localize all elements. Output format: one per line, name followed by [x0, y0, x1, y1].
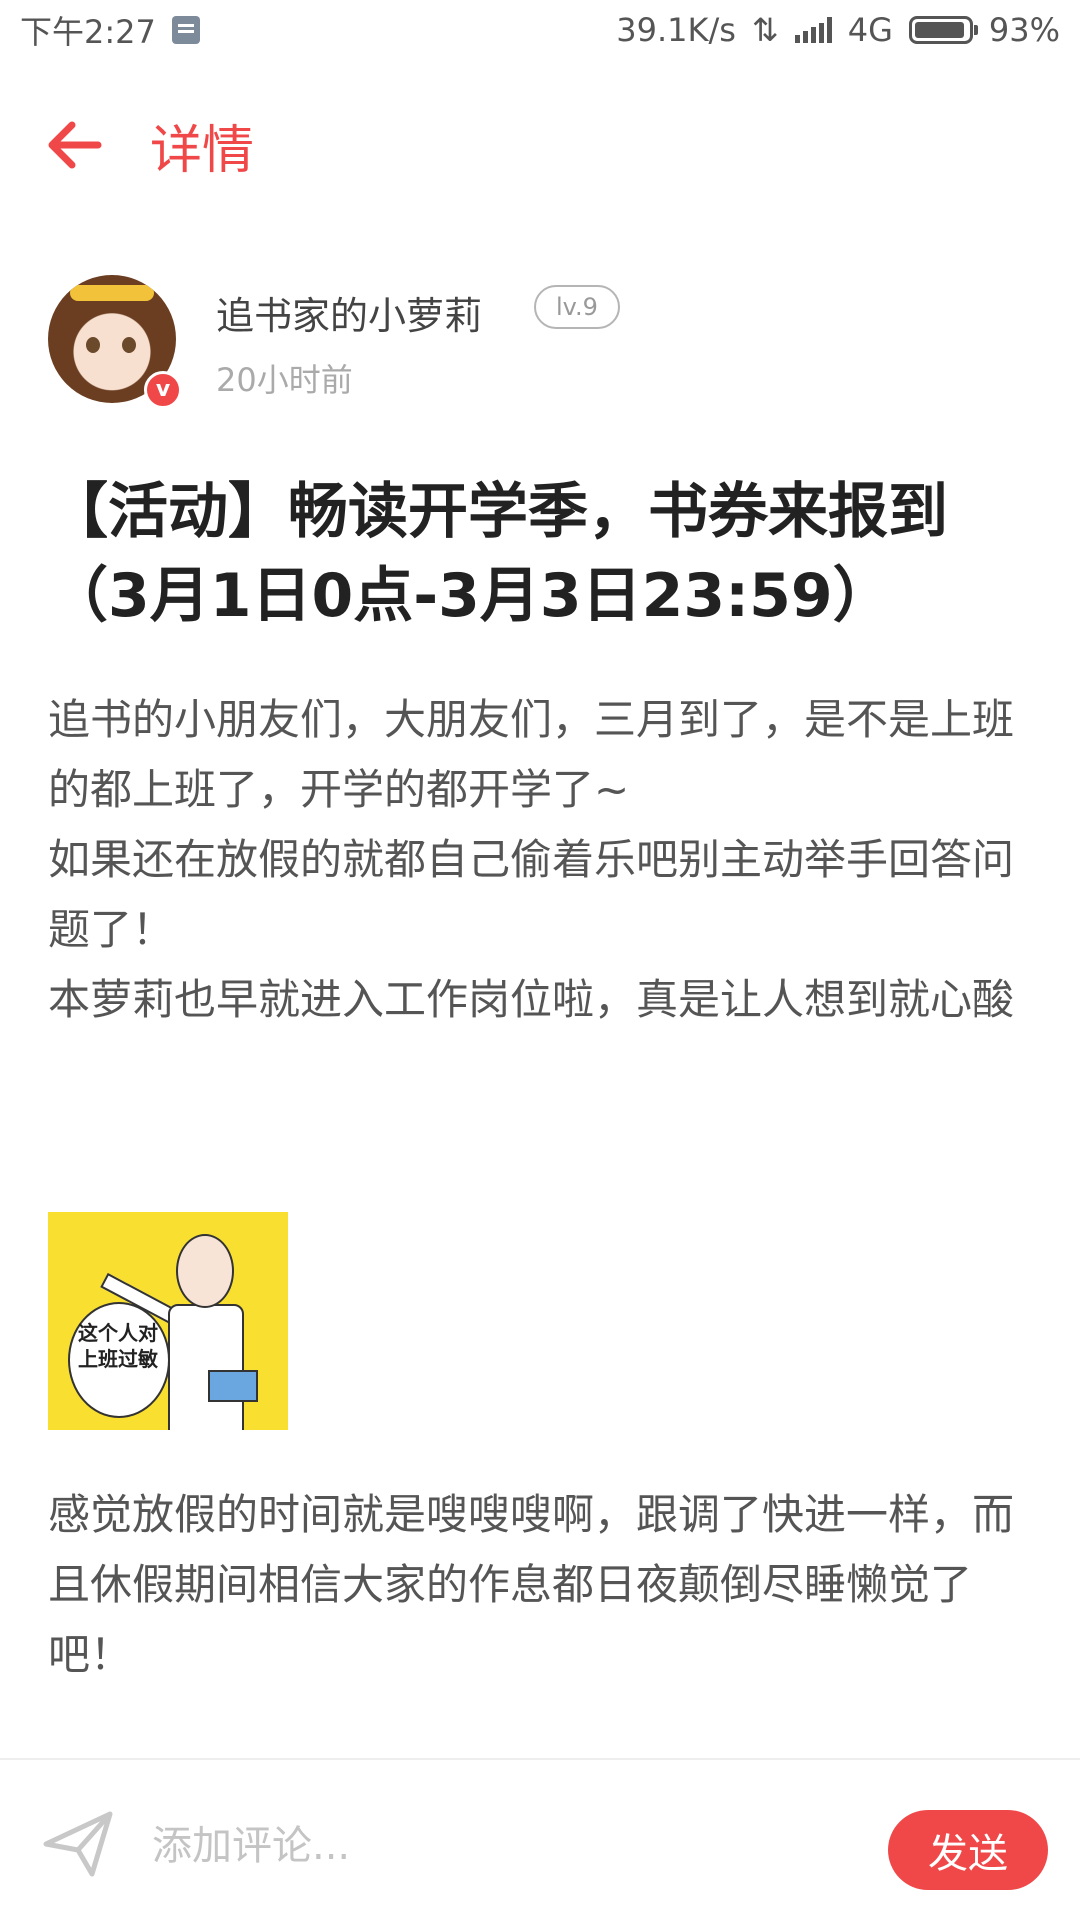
post-title: 【活动】畅读开学季，书券来报到（3月1日0点-3月3日23:59）	[48, 477, 948, 631]
notification-icon	[171, 16, 200, 44]
comment-input[interactable]	[150, 1810, 854, 1882]
back-arrow-icon	[48, 121, 102, 169]
author-name[interactable]: 追书家的小萝莉	[216, 285, 482, 340]
image-caption: 这个人对上班过敏	[78, 1321, 158, 1371]
battery-level: 93%	[988, 11, 1060, 49]
post-time: 20小时前	[216, 361, 353, 399]
signal-icon	[794, 17, 832, 43]
verified-badge-icon: v	[144, 371, 182, 409]
network-speed: 39.1K/s	[616, 11, 736, 49]
data-transfer-icon: ⇅	[751, 11, 779, 49]
status-time: 下午2:27	[20, 13, 156, 51]
level-badge: lv.9	[534, 285, 620, 329]
send-button[interactable]: 发送	[888, 1810, 1048, 1890]
status-left: 下午2:27	[20, 7, 200, 53]
comment-bar: 发送	[0, 1758, 1080, 1920]
post-paragraph-1: 追书的小朋友们，大朋友们，三月到了，是不是上班的都上班了，开学的都开学了~ 如果…	[48, 695, 1015, 1024]
page-title: 详情	[150, 120, 255, 181]
battery-icon	[908, 16, 978, 44]
network-type: 4G	[847, 11, 893, 49]
paper-plane-icon	[43, 1811, 113, 1877]
status-bar: 下午2:27 39.1K/s ⇅ 4G 93%	[0, 0, 1080, 60]
status-right: 39.1K/s ⇅ 4G 93%	[616, 11, 1060, 49]
app-bar: 详情	[0, 90, 1080, 200]
author-info: v 追书家的小萝莉 lv.9 20小时前	[48, 275, 1032, 409]
back-button[interactable]	[44, 115, 104, 175]
post-paragraph-2: 感觉放假的时间就是嗖嗖嗖啊，跟调了快进一样，而且休假期间相信大家的作息都日夜颠倒…	[48, 1490, 1015, 1679]
post-image[interactable]: 这个人对上班过敏	[48, 1212, 288, 1430]
